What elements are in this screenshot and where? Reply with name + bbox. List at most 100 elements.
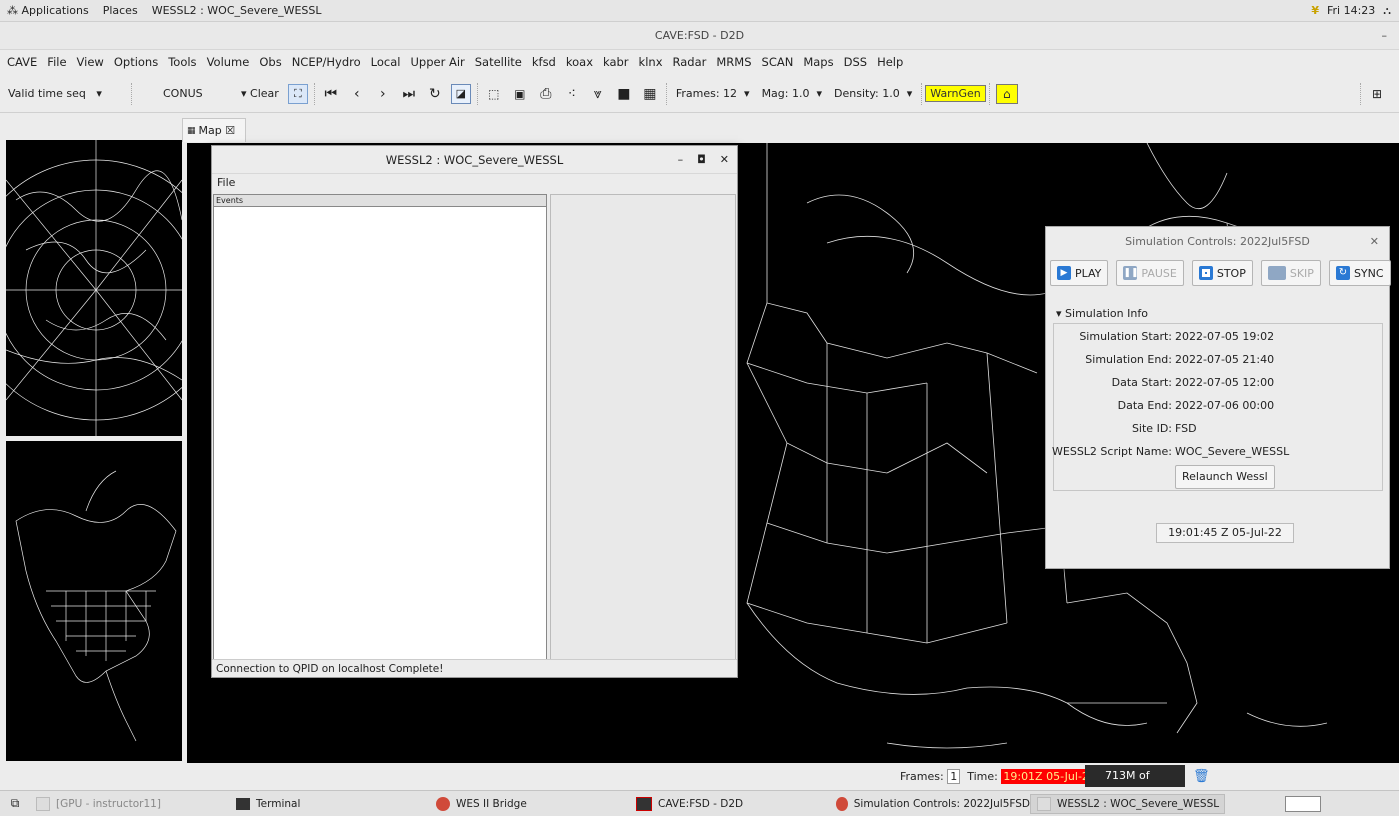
sample-icon[interactable]: ⁖ [562,84,582,104]
clear-dropdown[interactable]: ▾ Clear [235,81,285,107]
menu-help[interactable]: Help [872,55,908,69]
next-frame-icon[interactable]: › [373,84,393,104]
full-screen-icon[interactable]: ⛶ [287,83,308,104]
relaunch-wessl-button[interactable]: Relaunch Wessl [1175,465,1275,489]
close-icon[interactable]: ✕ [720,146,729,174]
skip-button[interactable]: SKIP [1260,260,1321,286]
places-menu[interactable]: Places [96,4,145,17]
task-gpu[interactable]: [GPU - instructor11] [30,794,230,814]
menu-koax[interactable]: koax [561,55,598,69]
menu-volume[interactable]: Volume [202,55,255,69]
menu-cave[interactable]: CAVE [2,55,42,69]
paste-icon[interactable]: ▣ [510,84,530,104]
info-value: FSD [1175,422,1197,435]
sim-controls-icon [836,796,848,811]
stop-button[interactable]: STOP [1191,260,1253,286]
minimize-button[interactable]: – [1382,22,1388,50]
select-pane-icon[interactable]: ⬚ [484,84,504,104]
menu-upper-air[interactable]: Upper Air [405,55,469,69]
dropdown-arrow-icon: ▾ [744,87,750,100]
menu-local[interactable]: Local [366,55,406,69]
task-sim-controls[interactable]: Simulation Controls: 2022Jul5FSD [830,794,1030,814]
single-panel-icon[interactable]: ■ [614,84,634,104]
four-panel-icon[interactable]: ▦ [640,84,660,104]
status-bar: Frames: 1 Time: 19:01Z 05-Jul-22 713M of… [0,764,1399,804]
pause-label: PAUSE [1141,266,1177,280]
cave-icon [636,796,652,811]
info-key: Simulation Start: [1079,330,1172,343]
trash-icon[interactable]: 🗑 [1193,769,1210,784]
loop-icon[interactable]: ↻ [425,84,445,104]
dropdown-arrow-icon: ▾ [906,87,913,100]
events-list[interactable]: Events [213,194,547,660]
workspace-switcher[interactable] [1285,795,1321,812]
minimize-icon[interactable]: – [678,146,684,174]
simulation-controls-dialog: Simulation Controls: 2022Jul5FSD ✕ ▶ PLAY… [1045,226,1391,569]
clock[interactable]: Fri 14:23 [1327,4,1375,17]
menu-kfsd[interactable]: kfsd [527,55,561,69]
menu-file[interactable]: File [42,55,71,69]
tab-map[interactable]: ▦ Map ☒ [182,118,246,142]
menu-scan[interactable]: SCAN [757,55,799,69]
sim-title: Simulation Controls: 2022Jul5FSD [1125,235,1310,248]
mag-dropdown[interactable]: Mag: 1.0 ▾ [756,81,828,107]
menu-maps[interactable]: Maps [798,55,838,69]
task-wessl[interactable]: WESSL2 : WOC_Severe_WESSL [1030,793,1225,814]
valid-time-dropdown[interactable]: Valid time seq ▾ [0,81,128,107]
frames-dropdown[interactable]: Frames: 12 ▾ [670,81,756,107]
menu-tools[interactable]: Tools [163,55,201,69]
map-tab-icon: ▦ [187,125,196,136]
play-button[interactable]: ▶ PLAY [1050,260,1109,286]
memory-meter[interactable]: 713M of 1920M [1085,765,1185,804]
simulation-info-box: Simulation Start: 2022-07-05 19:02 Simula… [1052,323,1383,491]
north-america-map-graphic [15,470,177,742]
show-desktop-icon[interactable]: ⧉ [0,796,30,811]
menu-mrms[interactable]: MRMS [711,55,756,69]
last-frame-icon[interactable]: ⏭ [399,84,419,104]
close-icon[interactable]: ✕ [1370,227,1379,257]
applications-menu[interactable]: ⁂ Applications [0,4,96,17]
frames-label: Frames: 12 [675,87,738,100]
active-window-label[interactable]: WESSL2 : WOC_Severe_WESSL [145,4,329,17]
events-header[interactable]: Events [214,195,546,207]
menu-klnx[interactable]: klnx [634,55,668,69]
menu-radar[interactable]: Radar [668,55,712,69]
menu-view[interactable]: View [72,55,109,69]
wes-icon: ¥ [1311,4,1319,17]
wessl-status: Connection to QPID on localhost Complete… [212,659,737,677]
menu-ncep-hydro[interactable]: NCEP/Hydro [287,55,366,69]
print-icon[interactable]: ⎙ [536,84,556,104]
menu-kabr[interactable]: kabr [598,55,634,69]
hydro-icon[interactable]: ⌂ [995,83,1018,104]
pause-button[interactable]: ❚❚ PAUSE [1116,260,1184,286]
density-dropdown[interactable]: Density: 1.0 ▾ [828,81,918,107]
sync-label: SYNC [1353,266,1384,280]
menu-satellite[interactable]: Satellite [470,55,527,69]
task-wes-bridge[interactable]: WES II Bridge [430,794,630,814]
scale-dropdown[interactable]: CONUS [135,81,235,107]
task-label: CAVE:FSD - D2D [658,797,744,810]
sync-button[interactable]: ↻ SYNC [1328,260,1391,286]
menu-dss[interactable]: DSS [839,55,872,69]
task-cave[interactable]: CAVE:FSD - D2D [630,794,830,814]
draw-icon[interactable]: ⩔ [588,84,608,104]
event-detail-pane [550,194,736,660]
sim-titlebar[interactable]: Simulation Controls: 2022Jul5FSD ✕ [1046,227,1389,257]
north-america-panel[interactable] [6,441,182,761]
first-frame-icon[interactable]: ⏮ [321,84,341,104]
polar-stereographic-panel[interactable] [6,140,182,436]
wessl-file-menu[interactable]: File [212,174,737,192]
previous-frame-icon[interactable]: ‹ [347,84,367,104]
warngen-button[interactable]: WarnGen [925,85,986,102]
task-terminal[interactable]: Terminal [230,794,430,814]
simulation-info-toggle[interactable]: ▾ Simulation Info [1056,307,1148,320]
perspective-icon[interactable]: ⊞ [1367,84,1387,104]
dropdown-arrow-icon: ▾ [816,87,823,100]
image-properties-icon[interactable]: ◪ [450,83,471,104]
menu-bar: CAVE File View Options Tools Volume Obs … [0,50,1399,74]
maximize-icon[interactable]: ◘ [697,146,706,174]
network-icon[interactable]: ⛬ [1383,4,1391,18]
menu-options[interactable]: Options [109,55,163,69]
menu-obs[interactable]: Obs [254,55,286,69]
wessl-titlebar[interactable]: WESSL2 : WOC_Severe_WESSL – ◘ ✕ [212,146,737,174]
